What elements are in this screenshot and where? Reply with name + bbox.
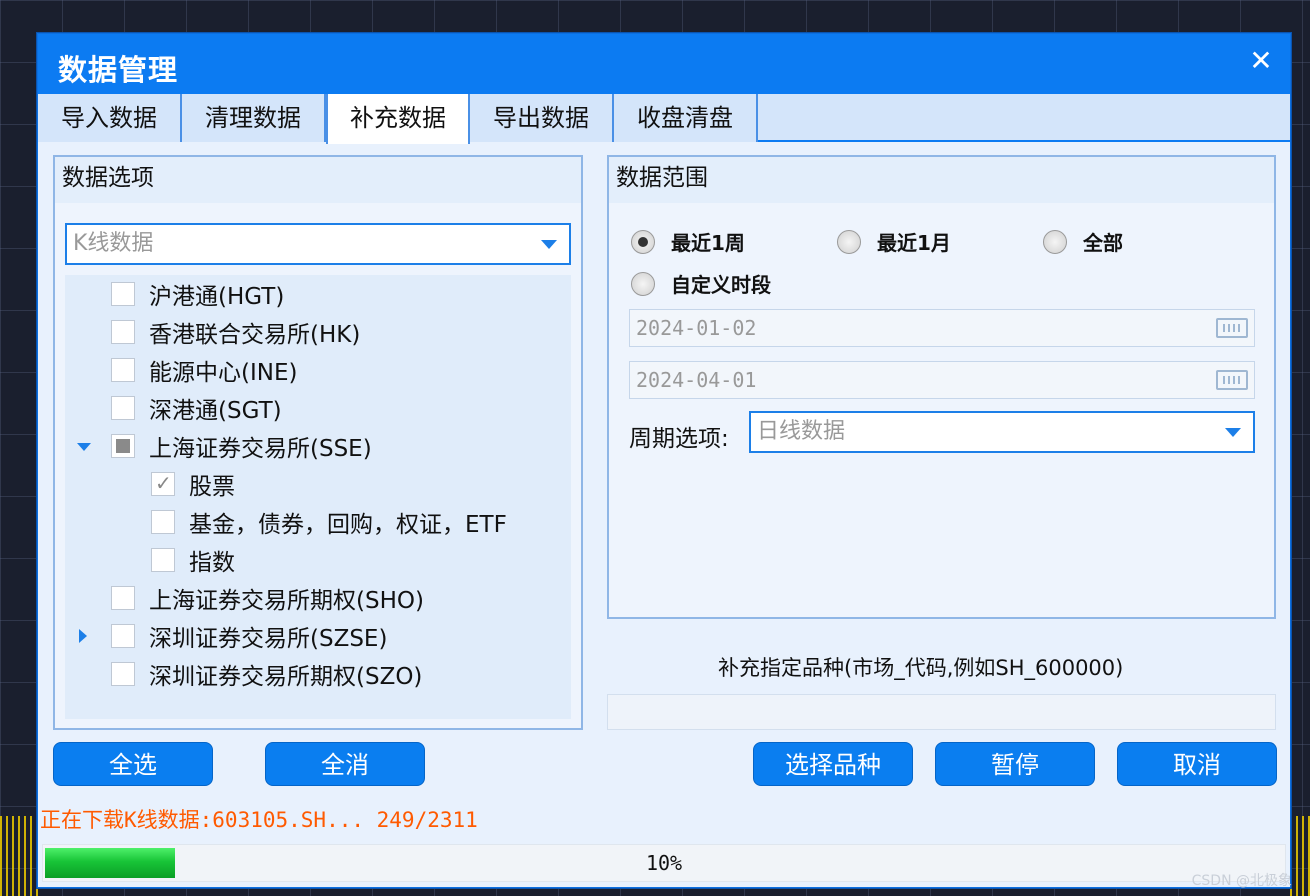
tree-node-label: 沪港通(HGT) xyxy=(149,284,285,310)
checkbox-icon[interactable] xyxy=(111,624,135,648)
clear-all-button[interactable]: 全消 xyxy=(265,742,425,786)
market-tree: 沪港通(HGT) 香港联合交易所(HK) 能源中心(INE) 深港通(SGT) 上海证券… xyxy=(65,275,571,719)
range-label: 自定义时段 xyxy=(671,273,771,297)
cancel-button[interactable]: 取消 xyxy=(1117,742,1277,786)
radio-icon xyxy=(837,229,861,254)
progress-percent: 10% xyxy=(645,851,683,875)
checkbox-icon[interactable] xyxy=(151,548,175,572)
tab-close-settlement[interactable]: 收盘清盘 xyxy=(614,94,758,142)
close-icon[interactable]: ✕ xyxy=(1246,46,1276,76)
range-recent-week[interactable]: 最近1周 xyxy=(631,227,745,256)
tab-import-data[interactable]: 导入数据 xyxy=(38,94,182,142)
range-recent-month[interactable]: 最近1月 xyxy=(837,227,951,256)
tree-node[interactable]: 香港联合交易所(HK) xyxy=(111,317,361,348)
chevron-down-icon xyxy=(541,240,557,249)
range-custom[interactable]: 自定义时段 xyxy=(631,269,771,298)
checkbox-icon[interactable] xyxy=(111,358,135,382)
checkbox-icon[interactable] xyxy=(111,434,135,458)
tree-node-label: 股票 xyxy=(189,474,235,500)
checkbox-icon[interactable] xyxy=(111,282,135,306)
checkbox-icon[interactable] xyxy=(111,396,135,420)
tree-node-label: 上海证券交易所(SSE) xyxy=(149,436,372,462)
expand-down-icon[interactable] xyxy=(77,443,91,451)
supplement-code-input[interactable] xyxy=(607,694,1276,730)
tree-node[interactable]: 股票 xyxy=(151,469,235,500)
range-label: 最近1周 xyxy=(671,231,745,255)
tree-node[interactable]: 深港通(SGT) xyxy=(111,393,282,424)
tab-supplement-data[interactable]: 补充数据 xyxy=(326,94,470,144)
tree-node[interactable]: 上海证券交易所期权(SHO) xyxy=(111,583,424,614)
tab-clean-data[interactable]: 清理数据 xyxy=(182,94,326,142)
data-options-panel: 数据选项 K线数据 沪港通(HGT) 香港联合交易所(HK) 能源中心(INE) 深港… xyxy=(53,155,583,730)
data-range-title: 数据范围 xyxy=(609,157,1274,203)
tree-node-label: 深圳证券交易所(SZSE) xyxy=(149,626,388,652)
checkbox-icon[interactable] xyxy=(111,586,135,610)
start-date-value: 2024-01-02 xyxy=(636,316,757,340)
pause-button[interactable]: 暂停 xyxy=(935,742,1095,786)
data-management-dialog: 数据管理 ✕ 导入数据 清理数据 补充数据 导出数据 收盘清盘 数据选项 K线数… xyxy=(37,33,1291,888)
data-type-value: K线数据 xyxy=(73,231,154,256)
tree-node[interactable]: 沪港通(HGT) xyxy=(111,279,285,310)
range-all[interactable]: 全部 xyxy=(1043,227,1123,256)
tree-node-label: 深圳证券交易所期权(SZO) xyxy=(149,664,423,690)
supplement-label: 补充指定品种(市场_代码,例如SH_600000) xyxy=(718,656,1124,680)
range-label: 全部 xyxy=(1083,231,1123,255)
tree-node-label: 上海证券交易所期权(SHO) xyxy=(149,588,424,614)
tree-node[interactable]: 深圳证券交易所(SZSE) xyxy=(111,621,388,652)
dialog-titlebar: 数据管理 ✕ xyxy=(38,34,1290,94)
tree-node[interactable]: 指数 xyxy=(151,545,235,576)
tree-node-label: 香港联合交易所(HK) xyxy=(149,322,361,348)
download-progress-bar: 10% xyxy=(42,844,1286,882)
select-all-button[interactable]: 全选 xyxy=(53,742,213,786)
checkbox-icon[interactable] xyxy=(151,510,175,534)
data-options-title: 数据选项 xyxy=(55,157,581,203)
range-label: 最近1月 xyxy=(877,231,951,255)
tree-node[interactable]: 上海证券交易所(SSE) xyxy=(111,431,372,462)
data-range-panel: 数据范围 最近1周 最近1月 全部 自定义时段 2024-01-02 2024-… xyxy=(607,155,1276,619)
watermark: CSDN @北极象 xyxy=(1191,873,1292,889)
keyboard-icon[interactable] xyxy=(1216,318,1248,338)
dialog-title: 数据管理 xyxy=(58,53,179,87)
chevron-down-icon xyxy=(1225,428,1241,437)
keyboard-icon[interactable] xyxy=(1216,370,1248,390)
download-status: 正在下载K线数据:603105.SH... 249/2311 xyxy=(40,808,478,832)
checkbox-icon[interactable] xyxy=(111,320,135,344)
period-dropdown[interactable]: 日线数据 xyxy=(749,411,1255,453)
tree-node-label: 能源中心(INE) xyxy=(149,360,298,386)
tree-node-label: 基金，债券，回购，权证，ETF xyxy=(189,512,507,538)
checkbox-icon[interactable] xyxy=(151,471,175,496)
expand-right-icon[interactable] xyxy=(79,629,87,643)
radio-icon xyxy=(1043,229,1067,254)
tree-node[interactable]: 深圳证券交易所期权(SZO) xyxy=(111,659,423,690)
start-date-field[interactable]: 2024-01-02 xyxy=(629,309,1255,347)
data-type-dropdown[interactable]: K线数据 xyxy=(65,223,571,265)
end-date-field[interactable]: 2024-04-01 xyxy=(629,361,1255,399)
end-date-value: 2024-04-01 xyxy=(636,368,757,392)
background-volume-bars-right xyxy=(1290,816,1310,896)
tree-node[interactable]: 能源中心(INE) xyxy=(111,355,298,386)
period-label: 周期选项: xyxy=(629,426,729,452)
radio-icon xyxy=(631,271,655,296)
period-value: 日线数据 xyxy=(757,419,846,444)
background-volume-bars xyxy=(0,816,40,896)
tree-node[interactable]: 基金，债券，回购，权证，ETF xyxy=(151,507,507,538)
tab-bar: 导入数据 清理数据 补充数据 导出数据 收盘清盘 xyxy=(38,94,1290,144)
select-variety-button[interactable]: 选择品种 xyxy=(753,742,913,786)
tree-node-label: 深港通(SGT) xyxy=(149,398,282,424)
tab-export-data[interactable]: 导出数据 xyxy=(470,94,614,142)
radio-selected-icon xyxy=(631,229,655,254)
tree-node-label: 指数 xyxy=(189,550,235,576)
checkbox-icon[interactable] xyxy=(111,662,135,686)
